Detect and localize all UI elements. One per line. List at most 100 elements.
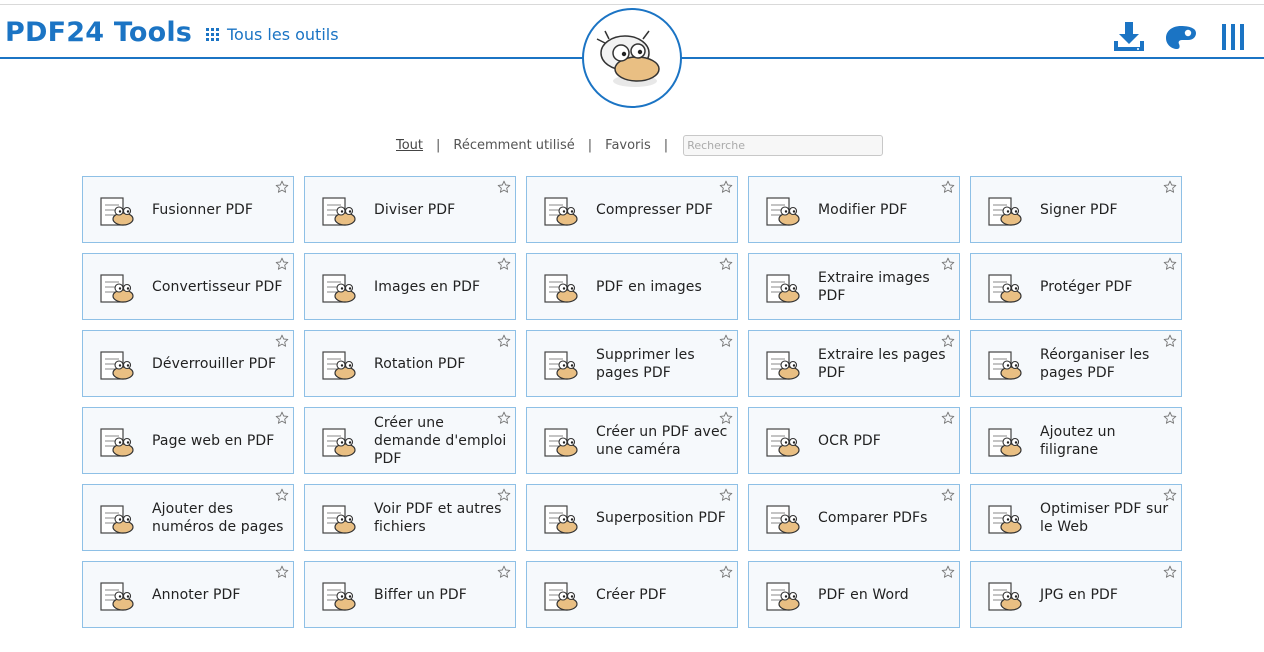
tool-card[interactable]: PDF en images: [526, 253, 738, 320]
favorite-star-icon[interactable]: [497, 487, 511, 501]
favorite-star-icon[interactable]: [719, 333, 733, 347]
tool-card[interactable]: Fusionner PDF: [82, 176, 294, 243]
tool-card[interactable]: Page web en PDF: [82, 407, 294, 474]
tool-card[interactable]: JPG en PDF: [970, 561, 1182, 628]
tool-illustration: [981, 420, 1025, 462]
tool-card[interactable]: Ajouter des numéros de pages: [82, 484, 294, 551]
favorite-star-icon[interactable]: [497, 410, 511, 424]
tool-card[interactable]: Extraire les pages PDF: [748, 330, 960, 397]
search-input[interactable]: [683, 135, 884, 156]
favorite-star-icon[interactable]: [941, 333, 955, 347]
filter-separator: |: [436, 138, 441, 153]
favorite-star-icon[interactable]: [497, 179, 511, 193]
tool-card[interactable]: Supprimer les pages PDF: [526, 330, 738, 397]
tool-card[interactable]: Créer PDF: [526, 561, 738, 628]
tool-card[interactable]: Comparer PDFs: [748, 484, 960, 551]
tool-card[interactable]: Annoter PDF: [82, 561, 294, 628]
tool-card[interactable]: Modifier PDF: [748, 176, 960, 243]
tool-label: Déverrouiller PDF: [152, 355, 277, 372]
tool-illustration: [93, 497, 137, 539]
tool-card[interactable]: Images en PDF: [304, 253, 516, 320]
tool-label: Comparer PDFs: [818, 509, 928, 526]
all-tools-link[interactable]: Tous les outils: [206, 25, 339, 44]
tool-illustration: [981, 497, 1025, 539]
all-tools-label: Tous les outils: [227, 25, 339, 44]
favorite-star-icon[interactable]: [719, 410, 733, 424]
tool-illustration: [759, 420, 803, 462]
favorite-star-icon[interactable]: [1163, 487, 1177, 501]
filter-favorites[interactable]: Favoris: [605, 138, 651, 153]
tool-illustration: [759, 574, 803, 616]
favorite-star-icon[interactable]: [275, 256, 289, 270]
tool-illustration: [315, 266, 359, 308]
tool-label: Créer un PDF avec une caméra: [596, 423, 728, 458]
tool-label: Ajoutez un filigrane: [1040, 423, 1116, 458]
favorite-star-icon[interactable]: [275, 410, 289, 424]
tool-card[interactable]: Superposition PDF: [526, 484, 738, 551]
mascot-logo[interactable]: [582, 8, 682, 108]
tool-card[interactable]: OCR PDF: [748, 407, 960, 474]
tool-card[interactable]: Biffer un PDF: [304, 561, 516, 628]
tool-card[interactable]: Voir PDF et autres fichiers: [304, 484, 516, 551]
tool-card[interactable]: Ajoutez un filigrane: [970, 407, 1182, 474]
download-icon[interactable]: [1112, 21, 1146, 53]
site-logo[interactable]: PDF24 Tools: [5, 17, 192, 48]
tool-illustration: [981, 343, 1025, 385]
tool-card[interactable]: Compresser PDF: [526, 176, 738, 243]
favorite-star-icon[interactable]: [719, 256, 733, 270]
tool-label: Convertisseur PDF: [152, 278, 283, 295]
favorite-star-icon[interactable]: [941, 487, 955, 501]
tool-illustration: [537, 420, 581, 462]
tool-illustration: [315, 343, 359, 385]
favorite-star-icon[interactable]: [941, 179, 955, 193]
tool-card[interactable]: Extraire images PDF: [748, 253, 960, 320]
tool-card[interactable]: Optimiser PDF sur le Web: [970, 484, 1182, 551]
favorite-star-icon[interactable]: [941, 410, 955, 424]
tool-label: PDF en images: [596, 278, 702, 295]
tool-illustration: [315, 420, 359, 462]
tool-illustration: [537, 343, 581, 385]
tool-label: Ajouter des numéros de pages: [152, 500, 284, 535]
filter-recent[interactable]: Récemment utilisé: [453, 138, 574, 153]
tool-label: Images en PDF: [374, 278, 481, 295]
favorite-star-icon[interactable]: [275, 487, 289, 501]
favorite-star-icon[interactable]: [497, 564, 511, 578]
tool-card[interactable]: Diviser PDF: [304, 176, 516, 243]
favorite-star-icon[interactable]: [275, 564, 289, 578]
tool-label: Optimiser PDF sur le Web: [1040, 500, 1169, 535]
tool-illustration: [759, 497, 803, 539]
tool-card[interactable]: Déverrouiller PDF: [82, 330, 294, 397]
tool-card[interactable]: Convertisseur PDF: [82, 253, 294, 320]
tool-illustration: [537, 574, 581, 616]
favorite-star-icon[interactable]: [719, 179, 733, 193]
tool-card[interactable]: Réorganiser les pages PDF: [970, 330, 1182, 397]
favorite-star-icon[interactable]: [1163, 256, 1177, 270]
favorite-star-icon[interactable]: [497, 333, 511, 347]
tool-card[interactable]: PDF en Word: [748, 561, 960, 628]
filter-all[interactable]: Tout: [396, 138, 423, 153]
tool-illustration: [981, 189, 1025, 231]
favorite-star-icon[interactable]: [275, 179, 289, 193]
tool-illustration: [981, 574, 1025, 616]
favorite-star-icon[interactable]: [497, 256, 511, 270]
tool-label: JPG en PDF: [1040, 586, 1119, 603]
palette-icon[interactable]: [1164, 21, 1198, 53]
favorite-star-icon[interactable]: [1163, 564, 1177, 578]
mascot-icon: [596, 30, 660, 87]
favorite-star-icon[interactable]: [1163, 410, 1177, 424]
tool-card[interactable]: Protéger PDF: [970, 253, 1182, 320]
favorite-star-icon[interactable]: [719, 487, 733, 501]
favorite-star-icon[interactable]: [941, 564, 955, 578]
favorite-star-icon[interactable]: [941, 256, 955, 270]
tool-card[interactable]: Créer un PDF avec une caméra: [526, 407, 738, 474]
favorite-star-icon[interactable]: [1163, 179, 1177, 193]
favorite-star-icon[interactable]: [1163, 333, 1177, 347]
favorite-star-icon[interactable]: [275, 333, 289, 347]
favorite-star-icon[interactable]: [719, 564, 733, 578]
tool-card[interactable]: Signer PDF: [970, 176, 1182, 243]
tool-card[interactable]: Rotation PDF: [304, 330, 516, 397]
tool-card[interactable]: Créer une demande d'emploi PDF: [304, 407, 516, 474]
tool-label: Extraire les pages PDF: [818, 346, 946, 381]
tools-grid: Fusionner PDF Diviser PDF Compresser PDF Mo…: [82, 176, 1182, 628]
menu-icon[interactable]: [1216, 21, 1250, 53]
